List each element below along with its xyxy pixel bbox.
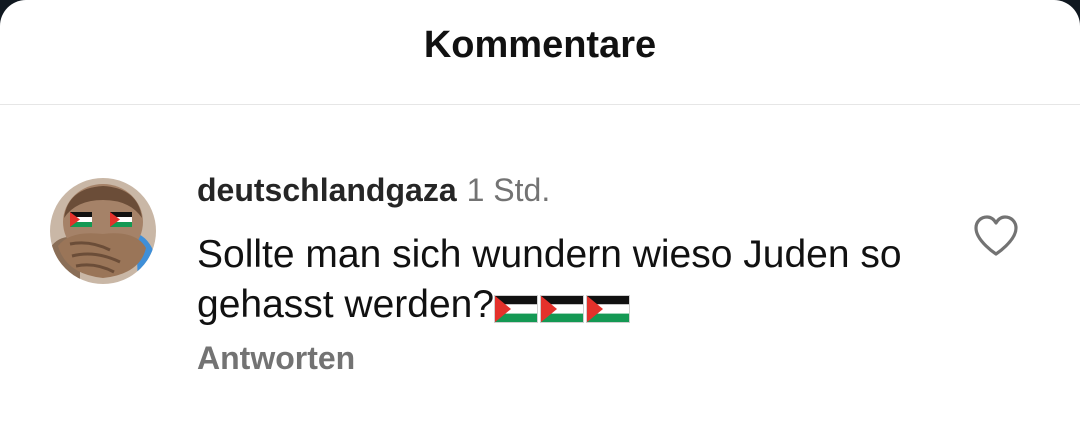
avatar-image <box>50 178 156 284</box>
like-button[interactable] <box>972 214 1020 258</box>
comment-meta: deutschlandgaza 1 Std. <box>197 172 550 209</box>
page-title: Kommentare <box>423 24 657 66</box>
comment-text: Sollte man sich wundern wieso Juden so g… <box>197 230 917 332</box>
comment-item: deutschlandgaza 1 Std. Sollte man sich wu… <box>0 150 1080 410</box>
palestine-flag-icon <box>540 294 585 323</box>
palestine-flag-icon <box>586 294 631 323</box>
sheet-header: Kommentare <box>0 0 1080 105</box>
emoji-group <box>494 282 632 332</box>
heart-outline-icon <box>974 215 1018 256</box>
comments-sheet: Kommentare deutschlandgaza 1 Std. Sollte… <box>0 0 1080 447</box>
reply-button[interactable]: Antworten <box>197 340 355 377</box>
username[interactable]: deutschlandgaza <box>197 172 457 208</box>
timestamp: 1 Std. <box>466 172 551 208</box>
avatar[interactable] <box>50 178 156 284</box>
palestine-flag-icon <box>494 294 539 323</box>
